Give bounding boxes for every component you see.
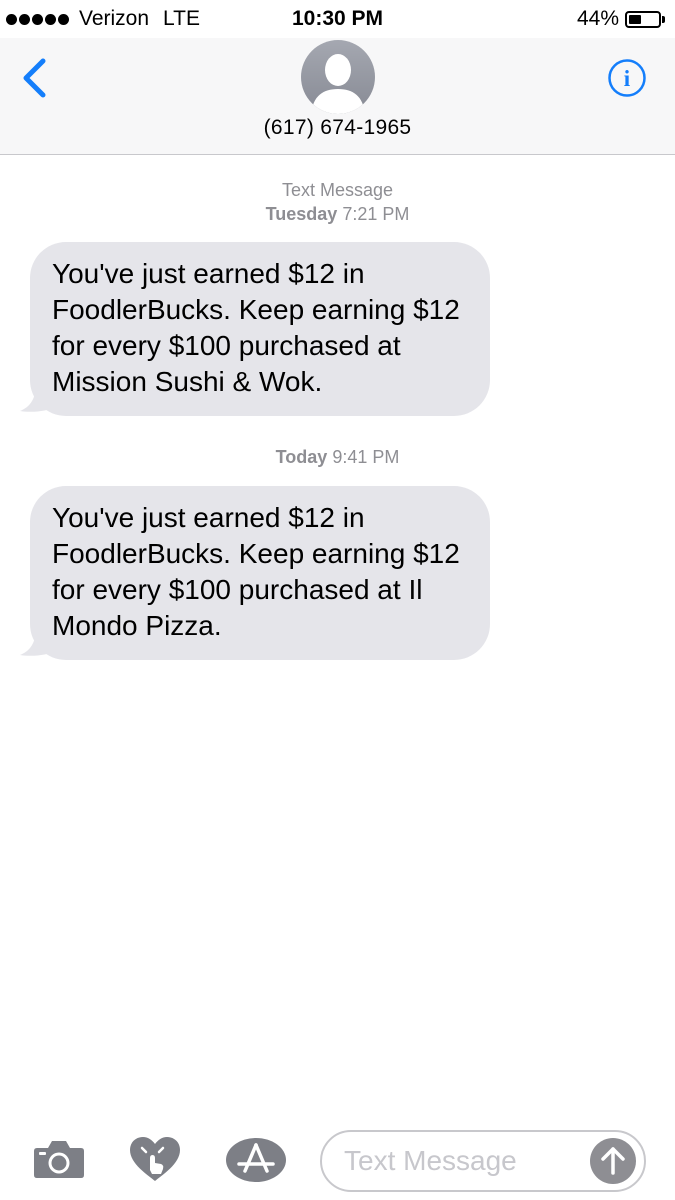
svg-text:i: i xyxy=(624,66,631,91)
contact-avatar[interactable] xyxy=(301,40,375,114)
app-store-button[interactable] xyxy=(225,1137,287,1188)
battery-nub xyxy=(662,15,665,23)
status-right: 44% xyxy=(577,7,665,31)
battery-icon xyxy=(625,10,661,28)
timestamp-day: Today xyxy=(275,447,328,467)
app-store-icon xyxy=(226,1138,286,1182)
contact-phone-number[interactable]: (617) 674-1965 xyxy=(0,116,675,140)
timestamp-time: 9:41 PM xyxy=(332,447,400,467)
battery-level-fill xyxy=(629,14,641,24)
message-bubble[interactable]: You've just earned $12 in FoodlerBucks. … xyxy=(30,242,490,416)
message-timestamp: Today 9:41 PM xyxy=(0,445,675,469)
compose-bar xyxy=(0,1115,675,1200)
camera-icon xyxy=(34,1141,84,1178)
digital-touch-icon xyxy=(130,1137,180,1181)
message-timestamp: Tuesday 7:21 PM xyxy=(0,202,675,226)
person-silhouette-icon xyxy=(311,54,365,114)
timestamp-day: Tuesday xyxy=(265,204,338,224)
info-button[interactable]: i xyxy=(607,58,647,98)
info-icon: i xyxy=(608,59,646,97)
chevron-left-icon xyxy=(23,58,46,98)
message-field[interactable] xyxy=(320,1130,646,1192)
camera-button[interactable] xyxy=(33,1139,85,1184)
message-thread: Text Message Tuesday 7:21 PM You've just… xyxy=(0,155,675,1115)
back-button[interactable] xyxy=(18,58,52,98)
digital-touch-button[interactable] xyxy=(128,1136,182,1187)
battery-percent: 44% xyxy=(576,7,619,30)
message-input[interactable] xyxy=(344,1132,584,1190)
status-bar: Verizon LTE 10:30 PM 44% xyxy=(0,0,675,38)
send-button[interactable] xyxy=(590,1138,636,1184)
message-bubble[interactable]: You've just earned $12 in FoodlerBucks. … xyxy=(30,486,490,660)
service-label: Text Message xyxy=(281,180,394,200)
conversation-header: (617) 674-1965 i xyxy=(0,38,675,155)
status-time: 10:30 PM xyxy=(291,7,384,30)
timestamp-time: 7:21 PM xyxy=(342,204,410,224)
send-arrow-icon xyxy=(601,1147,625,1175)
